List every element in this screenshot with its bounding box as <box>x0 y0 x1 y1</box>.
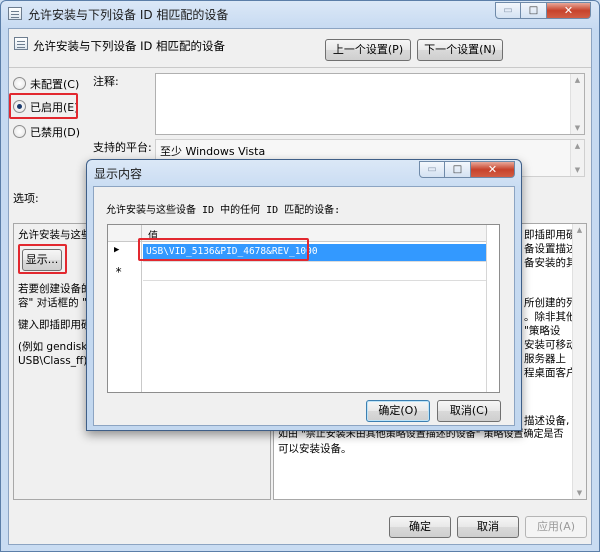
help-line-9: 程桌面客户 <box>524 367 577 379</box>
highlight-enabled-radio <box>9 93 78 119</box>
radio-not-configured[interactable] <box>13 77 26 90</box>
radio-disabled-label[interactable]: 已禁用(D) <box>30 124 80 140</box>
setting-name: 允许安装与下列设备 ID 相匹配的设备 <box>33 39 226 53</box>
help-scrollbar[interactable]: ▲ ▼ <box>572 224 586 499</box>
new-row-marker: * <box>115 265 123 279</box>
caption-buttons: ▭ □ ✕ <box>495 2 591 19</box>
dialog-title-bar[interactable]: 显示内容 ▭ □ ✕ <box>87 160 521 186</box>
dialog-close-button[interactable]: ✕ <box>471 161 515 178</box>
platform-scrollbar[interactable]: ▲ ▼ <box>570 140 584 176</box>
apply-button[interactable]: 应用(A) <box>525 516 587 538</box>
help-line-5: 。除非其他 <box>524 311 577 323</box>
dialog-client-area: 允许安装与这些设备 ID 中的任何 ID 匹配的设备: 值 ▶ USB\VID_… <box>93 186 515 426</box>
help-line-7: 安装可移动 <box>524 339 577 351</box>
dialog-maximize-button[interactable]: □ <box>445 161 471 178</box>
comment-textarea[interactable]: ▲ ▼ <box>155 73 585 135</box>
header-separator <box>9 67 591 68</box>
row-divider <box>143 261 498 262</box>
options-label: 选项: <box>13 192 39 205</box>
help-line-12: 可以安装设备。 <box>278 443 352 455</box>
radio-disabled[interactable] <box>13 125 26 138</box>
highlight-device-id <box>138 238 309 261</box>
dialog-caption-buttons: ▭ □ ✕ <box>419 161 515 178</box>
options-line-3: 容" 对话框的 " <box>18 297 87 309</box>
help-line-1: 即插即用硬 <box>524 229 577 241</box>
comment-label: 注释: <box>93 75 119 88</box>
title-bar[interactable]: 允许安装与下列设备 ID 相匹配的设备 ▭ □ ✕ <box>1 1 599 27</box>
maximize-button[interactable]: □ <box>521 2 547 19</box>
next-setting-button[interactable]: 下一个设置(N) <box>417 39 503 61</box>
cancel-button[interactable]: 取消 <box>457 516 519 538</box>
help-line-6: "策略设 <box>524 325 561 337</box>
minimize-button[interactable]: ▭ <box>495 2 521 19</box>
dialog-ok-button[interactable]: 确定(O) <box>366 400 430 422</box>
previous-setting-button[interactable]: 上一个设置(P) <box>325 39 411 61</box>
dialog-cancel-button[interactable]: 取消(C) <box>437 400 501 422</box>
row-divider-2 <box>143 280 498 281</box>
dialog-title: 显示内容 <box>94 167 143 181</box>
radio-not-configured-label[interactable]: 未配置(C) <box>30 76 79 92</box>
policy-icon <box>8 7 22 20</box>
help-line-4: 所创建的列 <box>524 297 577 309</box>
help-line-2: 备设置描述 <box>524 243 577 255</box>
options-line-2: 若要创建设备的 <box>18 283 92 295</box>
options-line-4: 键入即插即用硬 <box>18 319 92 331</box>
dialog-instruction: 允许安装与这些设备 ID 中的任何 ID 匹配的设备: <box>106 205 341 216</box>
window-title: 允许安装与下列设备 ID 相匹配的设备 <box>28 8 229 22</box>
current-row-arrow-icon: ▶ <box>114 245 120 255</box>
platform-label: 支持的平台: <box>93 141 152 154</box>
platform-value: 至少 Windows Vista <box>160 145 266 158</box>
show-contents-dialog: 显示内容 ▭ □ ✕ 允许安装与这些设备 ID 中的任何 ID 匹配的设备: 值… <box>86 159 522 431</box>
setting-icon <box>14 37 28 50</box>
options-line-1: 允许安装与这些 <box>18 229 92 241</box>
dialog-minimize-button[interactable]: ▭ <box>419 161 445 178</box>
help-line-8: 服务器上 <box>524 353 566 365</box>
ok-button[interactable]: 确定 <box>389 516 451 538</box>
grid-scrollbar[interactable] <box>486 225 499 392</box>
comment-scrollbar[interactable]: ▲ ▼ <box>570 74 584 134</box>
close-button[interactable]: ✕ <box>547 2 591 19</box>
help-line-3: 备安装的其 <box>524 257 577 269</box>
highlight-show-button <box>18 244 67 274</box>
help-line-10: 描述设备, <box>524 415 570 427</box>
